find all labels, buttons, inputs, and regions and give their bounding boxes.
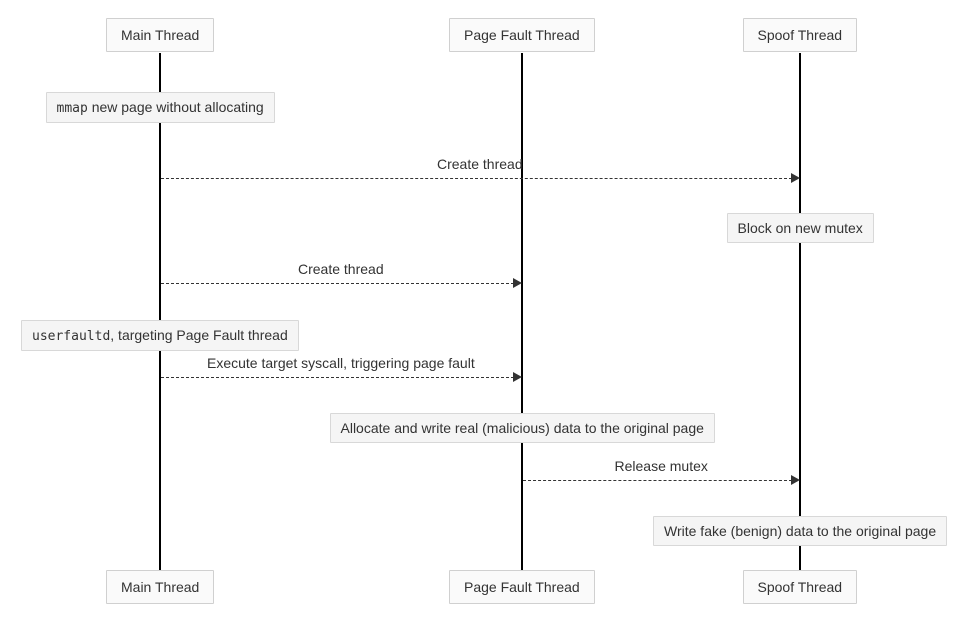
note-text: Block on new mutex bbox=[738, 220, 863, 236]
participant-label: Main Thread bbox=[121, 579, 199, 595]
note-userfaultd: userfaultd, targeting Page Fault thread bbox=[21, 320, 299, 351]
msg-exec-syscall-line bbox=[161, 377, 514, 378]
participant-label: Page Fault Thread bbox=[464, 579, 580, 595]
message-text: Execute target syscall, triggering page … bbox=[207, 355, 475, 371]
msg-release-mutex-arrow bbox=[791, 475, 800, 485]
participant-fault-top: Page Fault Thread bbox=[449, 18, 595, 52]
note-text: Allocate and write real (malicious) data… bbox=[341, 420, 704, 436]
participant-main-bottom: Main Thread bbox=[106, 570, 214, 604]
participant-main-top: Main Thread bbox=[106, 18, 214, 52]
msg-create-spoof-arrow bbox=[791, 173, 800, 183]
message-text: Release mutex bbox=[615, 458, 708, 474]
msg-release-mutex-line bbox=[523, 480, 792, 481]
message-text: Create thread bbox=[298, 261, 384, 277]
participant-fault-bottom: Page Fault Thread bbox=[449, 570, 595, 604]
msg-create-spoof-line bbox=[161, 178, 792, 179]
msg-release-mutex-label: Release mutex bbox=[615, 458, 708, 474]
note-write-fake: Write fake (benign) data to the original… bbox=[653, 516, 947, 546]
msg-create-spoof-label: Create thread bbox=[437, 156, 523, 172]
msg-exec-syscall-label: Execute target syscall, triggering page … bbox=[207, 355, 475, 371]
participant-spoof-bottom: Spoof Thread bbox=[743, 570, 858, 604]
participant-label: Spoof Thread bbox=[758, 27, 843, 43]
note-text: Write fake (benign) data to the original… bbox=[664, 523, 936, 539]
participant-label: Main Thread bbox=[121, 27, 199, 43]
participant-label: Page Fault Thread bbox=[464, 27, 580, 43]
lifeline-spoof bbox=[799, 53, 801, 570]
note-alloc-write: Allocate and write real (malicious) data… bbox=[330, 413, 715, 443]
msg-create-fault-arrow bbox=[513, 278, 522, 288]
participant-spoof-top: Spoof Thread bbox=[743, 18, 858, 52]
note-text: mmap new page without allocating bbox=[57, 99, 264, 115]
msg-create-fault-line bbox=[161, 283, 514, 284]
msg-exec-syscall-arrow bbox=[513, 372, 522, 382]
participant-label: Spoof Thread bbox=[758, 579, 843, 595]
message-text: Create thread bbox=[437, 156, 523, 172]
note-block-mutex: Block on new mutex bbox=[727, 213, 874, 243]
msg-create-fault-label: Create thread bbox=[298, 261, 384, 277]
lifeline-fault bbox=[521, 53, 523, 570]
note-text: userfaultd, targeting Page Fault thread bbox=[32, 327, 288, 343]
note-mmap: mmap new page without allocating bbox=[46, 92, 275, 123]
lifeline-main bbox=[159, 53, 161, 570]
